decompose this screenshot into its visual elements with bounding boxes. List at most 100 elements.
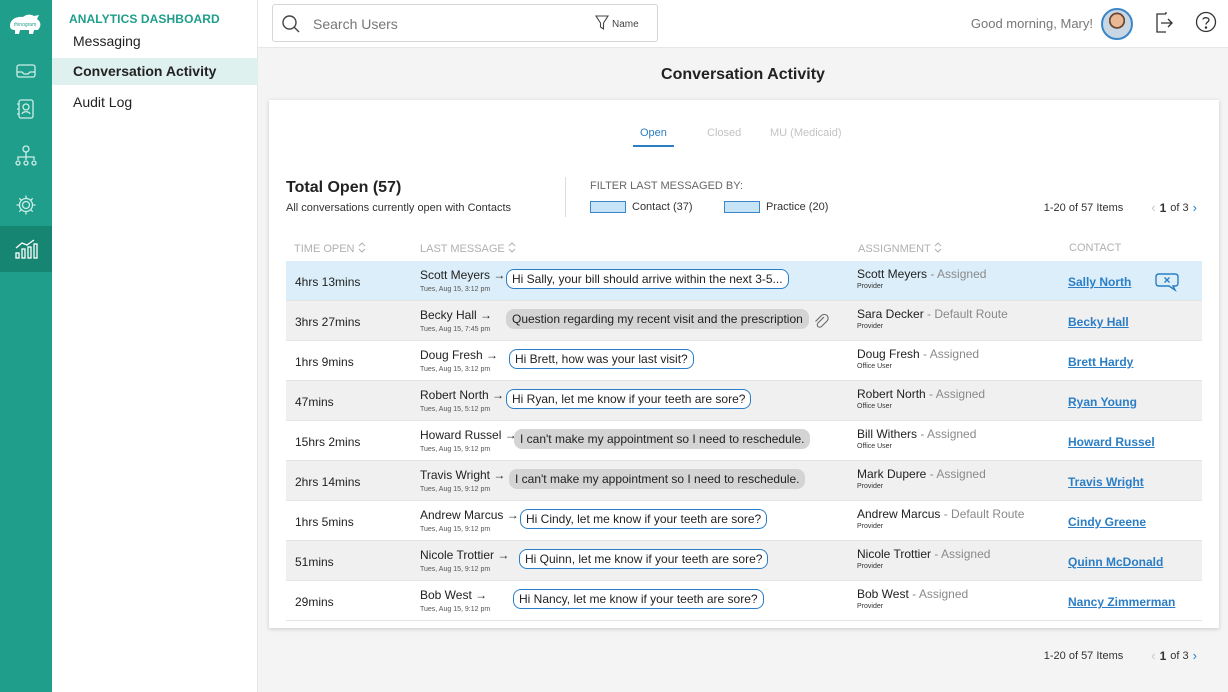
close-conversation-icon[interactable] [1155,272,1179,297]
sender-name: Scott Meyers [420,268,491,282]
assignment: Bob West - Assigned [857,587,969,601]
sender-name: Andrew Marcus [420,508,504,522]
table-row[interactable]: 3hrs 27mins Becky Hall → Tues, Aug 15, 7… [286,301,1202,341]
contact-link[interactable]: Sally North [1068,275,1131,289]
assignee-role: Provider [857,563,884,570]
message-bubble[interactable]: Question regarding my recent visit and t… [506,309,809,329]
assignee-role: Provider [857,283,884,290]
time-open: 1hrs 5mins [295,515,354,529]
message-date: Tues, Aug 15, 9:12 pm [420,526,491,533]
assignee-role: Provider [857,323,884,330]
assignment: Doug Fresh - Assigned [857,347,980,361]
message-bubble[interactable]: Hi Quinn, let me know if your teeth are … [519,549,769,569]
col-time-open[interactable]: TIME OPEN [294,242,366,256]
assignee-name: Bob West [857,587,909,601]
pagination-range: 1-20 of 57 Items [1043,649,1124,662]
nav-item-conversation-activity[interactable]: Conversation Activity [52,58,258,85]
table-row[interactable]: 1hrs 9mins Doug Fresh → Tues, Aug 15, 3:… [286,341,1202,381]
table-row[interactable]: 1hrs 5mins Andrew Marcus → Tues, Aug 15,… [286,501,1202,541]
assignee-name: Bill Withers [857,427,918,441]
logout-icon[interactable] [1154,11,1174,40]
assignee-name: Mark Dupere [857,467,927,481]
help-icon[interactable] [1195,11,1217,38]
assignment-status: Assigned [935,387,986,401]
contacts-icon[interactable] [13,96,39,122]
sender-name: Doug Fresh [420,348,483,362]
nav-item-audit-log[interactable]: Audit Log [52,89,258,116]
assignment-status: Assigned [941,547,991,561]
time-open: 51mins [295,555,334,569]
message-bubble[interactable]: Hi Brett, how was your last visit? [509,349,694,369]
org-chart-icon[interactable] [13,143,39,169]
message-bubble[interactable]: Hi Sally, your bill should arrive within… [506,269,789,289]
next-page-icon[interactable]: › [1189,648,1201,663]
prev-page-icon[interactable]: ‹ [1147,200,1159,215]
tab-open[interactable]: Open [633,127,674,147]
message-bubble[interactable]: Hi Ryan, let me know if your teeth are s… [506,389,752,409]
col-last-message[interactable]: LAST MESSAGE [420,242,516,256]
user-avatar[interactable] [1101,8,1133,40]
filter-icon [594,15,610,34]
sort-icon [508,242,516,256]
assignee-role: Office User [857,443,892,450]
pagination-range: 1-20 of 57 Items [1043,201,1124,214]
assignment: Robert North - Assigned [857,387,986,401]
contact-link[interactable]: Brett Hardy [1068,355,1133,369]
col-assignment[interactable]: ASSIGNMENT [858,242,942,256]
tab-mu-medicaid[interactable]: MU (Medicaid) [770,127,842,139]
contact-link[interactable]: Nancy Zimmerman [1068,595,1175,609]
table-row[interactable]: 15hrs 2mins Howard Russel → Tues, Aug 15… [286,421,1202,461]
assignee-role: Provider [857,483,884,490]
contact-swatch [590,201,626,213]
search-input[interactable] [313,14,583,34]
assignee-name: Robert North [857,387,926,401]
contact-link[interactable]: Howard Russel [1068,435,1155,449]
time-open: 1hrs 9mins [295,355,354,369]
message-bubble[interactable]: I can't make my appointment so I need to… [509,469,806,489]
inbox-icon[interactable] [13,58,39,84]
assignment-status: Assigned [929,347,980,361]
assignee-name: Nicole Trottier [857,547,932,561]
message-date: Tues, Aug 15, 5:12 pm [420,406,491,413]
message-bubble[interactable]: I can't make my appointment so I need to… [514,429,811,449]
message-bubble[interactable]: Hi Nancy, let me know if your teeth are … [513,589,764,609]
assignment: Mark Dupere - Assigned [857,467,986,481]
attachment-icon[interactable] [813,312,829,335]
contact-link[interactable]: Ryan Young [1068,395,1137,409]
message-sender: Robert North → [420,388,505,402]
rhinogram-logo[interactable]: rhinogram [8,12,42,36]
assignee-role: Provider [857,523,884,530]
next-page-icon[interactable]: › [1189,200,1201,215]
tab-closed[interactable]: Closed [707,127,741,139]
sender-name: Nicole Trottier [420,548,495,562]
analytics-icon[interactable] [0,226,52,272]
prev-page-icon[interactable]: ‹ [1147,648,1159,663]
table-row[interactable]: 4hrs 13mins Scott Meyers → Tues, Aug 15,… [286,261,1202,301]
assignee-name: Scott Meyers [857,267,928,281]
assignment: Bill Withers - Assigned [857,427,977,441]
filter-practice-label: Practice (20) [766,201,829,213]
assignment: Andrew Marcus - Default Route [857,507,1025,521]
filter-contact[interactable]: Contact (37) [590,201,693,213]
sender-name: Bob West [420,588,472,602]
message-bubble[interactable]: Hi Cindy, let me know if your teeth are … [520,509,768,529]
table-row[interactable]: 51mins Nicole Trottier → Tues, Aug 15, 9… [286,541,1202,581]
sort-icon [358,242,366,256]
table-row[interactable]: 47mins Robert North → Tues, Aug 15, 5:12… [286,381,1202,421]
contact-link[interactable]: Travis Wright [1068,475,1144,489]
contact-link[interactable]: Cindy Greene [1068,515,1146,529]
page-title: Conversation Activity [661,66,825,83]
search-filter-dropdown[interactable]: Name [594,15,639,34]
table-row[interactable]: 29mins Bob West → Tues, Aug 15, 9:12 pm … [286,581,1202,621]
assignment-status: Assigned [927,427,977,441]
assignee-role: Office User [857,403,892,410]
filter-practice[interactable]: Practice (20) [724,201,828,213]
table-row[interactable]: 2hrs 14mins Travis Wright → Tues, Aug 15… [286,461,1202,501]
nav-item-messaging[interactable]: Messaging [52,28,258,55]
user-search: Name [272,4,658,42]
sender-name: Robert North [420,388,489,402]
contact-link[interactable]: Becky Hall [1068,315,1129,329]
settings-icon[interactable] [13,192,39,218]
contact-link[interactable]: Quinn McDonald [1068,555,1163,569]
divider [565,177,566,217]
